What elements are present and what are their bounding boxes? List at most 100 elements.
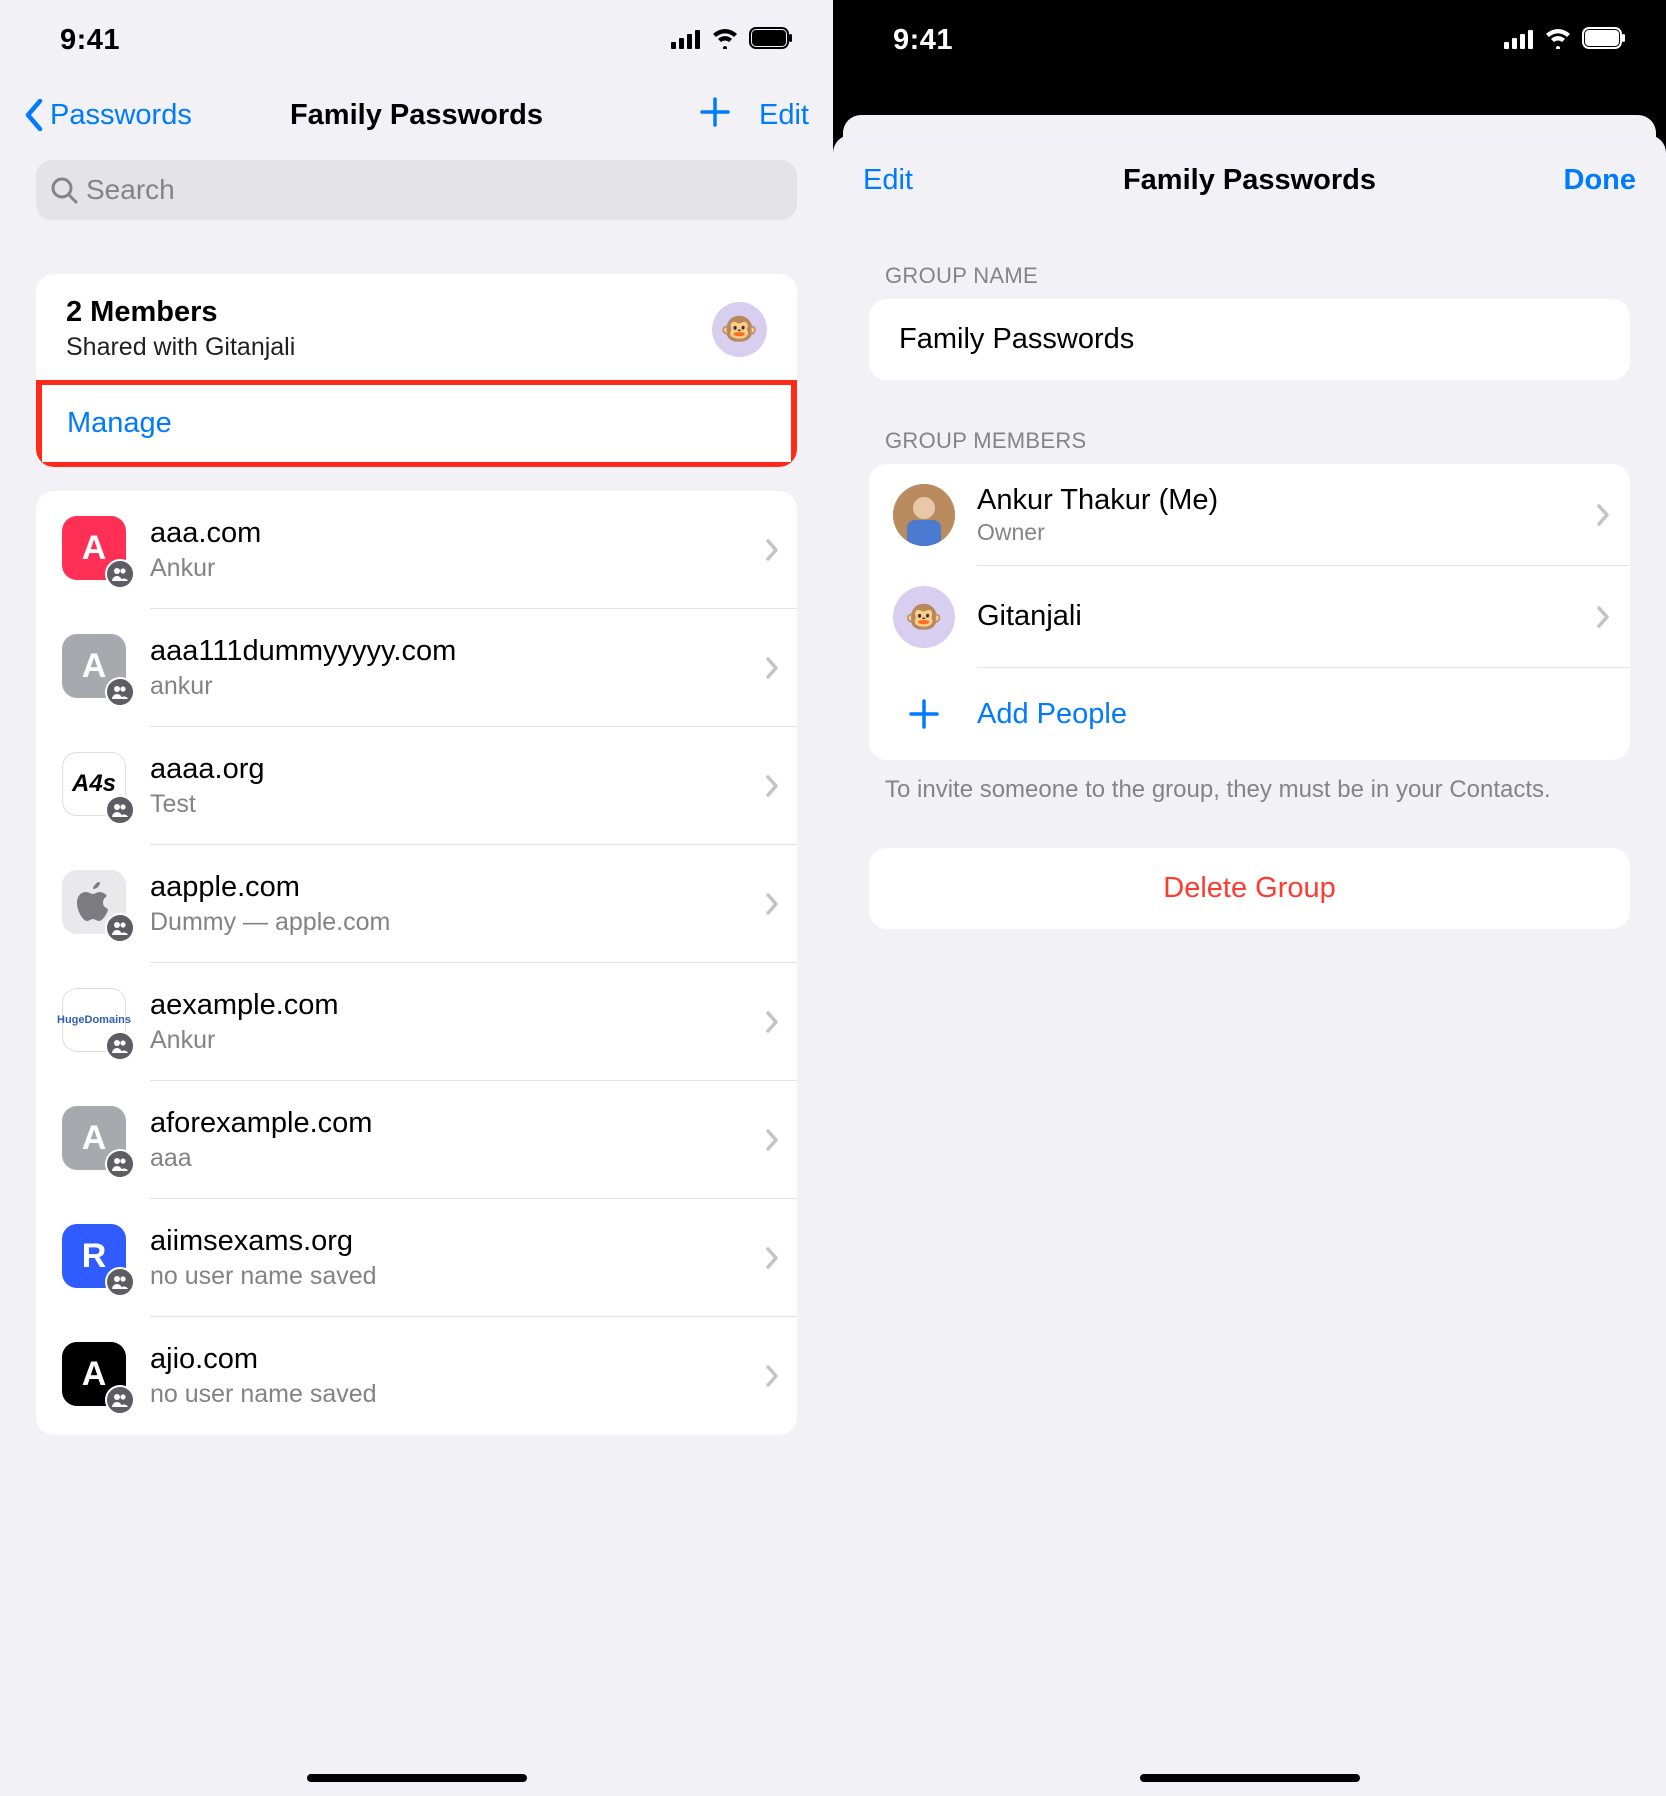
chevron-right-icon bbox=[1596, 605, 1610, 629]
search-placeholder: Search bbox=[86, 174, 175, 206]
battery-icon bbox=[749, 24, 793, 56]
wifi-icon bbox=[1544, 24, 1572, 56]
delete-group-button[interactable]: Delete Group bbox=[869, 848, 1630, 929]
site-icon: A bbox=[62, 634, 130, 702]
group-name-card: Family Passwords bbox=[869, 299, 1630, 380]
back-button[interactable]: Passwords bbox=[24, 99, 192, 132]
site-name: aaa111dummyyyyy.com bbox=[150, 635, 765, 668]
section-label-group-name: GROUP NAME bbox=[833, 215, 1666, 299]
password-row[interactable]: R aiimsexams.org no user name saved bbox=[36, 1199, 797, 1317]
add-button[interactable] bbox=[699, 95, 731, 135]
site-icon: R bbox=[62, 1224, 130, 1292]
manage-highlight: Manage bbox=[36, 380, 797, 467]
invite-footer-note: To invite someone to the group, they mus… bbox=[833, 760, 1666, 806]
site-icon: A4s bbox=[62, 752, 130, 820]
search-icon bbox=[50, 176, 78, 204]
status-bar: 9:41 bbox=[0, 0, 833, 80]
chevron-left-icon bbox=[24, 99, 44, 131]
password-row[interactable]: HugeDomains aexample.com Ankur bbox=[36, 963, 797, 1081]
password-row[interactable]: A aaa111dummyyyyy.com ankur bbox=[36, 609, 797, 727]
shared-badge-icon bbox=[105, 559, 135, 589]
sheet-nav: Edit Family Passwords Done bbox=[833, 145, 1666, 215]
member-row[interactable]: Ankur Thakur (Me) Owner bbox=[869, 464, 1630, 566]
status-time: 9:41 bbox=[60, 24, 120, 57]
members-count: 2 Members bbox=[66, 296, 712, 329]
shared-badge-icon bbox=[105, 795, 135, 825]
chevron-right-icon bbox=[1596, 503, 1610, 527]
add-people-label: Add People bbox=[977, 668, 1630, 760]
site-icon: A bbox=[62, 1106, 130, 1174]
cellular-icon bbox=[1504, 24, 1534, 56]
member-avatar-icon: 🐵 bbox=[893, 586, 955, 648]
site-username: aaa bbox=[150, 1144, 765, 1173]
chevron-right-icon bbox=[765, 1364, 779, 1388]
password-row[interactable]: aapple.com Dummy — apple.com bbox=[36, 845, 797, 963]
manage-sheet: Edit Family Passwords Done GROUP NAME Fa… bbox=[833, 135, 1666, 1796]
site-username: Test bbox=[150, 790, 765, 819]
site-name: aaa.com bbox=[150, 517, 765, 550]
member-row[interactable]: 🐵 Gitanjali bbox=[869, 566, 1630, 668]
member-name: Ankur Thakur (Me) bbox=[977, 484, 1596, 517]
shared-badge-icon bbox=[105, 1385, 135, 1415]
chevron-right-icon bbox=[765, 1246, 779, 1270]
sheet-done-button[interactable]: Done bbox=[1564, 164, 1637, 197]
site-username: Dummy — apple.com bbox=[150, 908, 765, 937]
shared-badge-icon bbox=[105, 1149, 135, 1179]
nav-bar: Passwords Family Passwords Edit bbox=[0, 80, 833, 150]
edit-button[interactable]: Edit bbox=[759, 99, 809, 132]
group-name-field[interactable]: Family Passwords bbox=[869, 299, 1630, 380]
battery-icon bbox=[1582, 24, 1626, 56]
site-name: aexample.com bbox=[150, 989, 765, 1022]
search-wrap: Search bbox=[0, 150, 833, 234]
section-label-group-members: GROUP MEMBERS bbox=[833, 380, 1666, 464]
group-members-card: Ankur Thakur (Me) Owner 🐵 Gitanjali Add … bbox=[869, 464, 1630, 760]
site-name: aiimsexams.org bbox=[150, 1225, 765, 1258]
member-role: Owner bbox=[977, 519, 1596, 546]
site-username: no user name saved bbox=[150, 1262, 765, 1291]
site-username: Ankur bbox=[150, 554, 765, 583]
add-people-button[interactable]: Add People bbox=[869, 668, 1630, 760]
plus-icon bbox=[893, 697, 955, 731]
status-bar: 9:41 bbox=[833, 0, 1666, 80]
chevron-right-icon bbox=[765, 774, 779, 798]
chevron-right-icon bbox=[765, 1010, 779, 1034]
sheet-edit-button[interactable]: Edit bbox=[863, 164, 913, 197]
member-avatar-icon bbox=[893, 484, 955, 546]
home-indicator[interactable] bbox=[1140, 1774, 1360, 1782]
site-icon bbox=[62, 870, 130, 938]
member-name: Gitanjali bbox=[977, 600, 1596, 633]
site-name: aaaa.org bbox=[150, 753, 765, 786]
shared-badge-icon bbox=[105, 913, 135, 943]
site-name: ajio.com bbox=[150, 1343, 765, 1376]
cellular-icon bbox=[671, 24, 701, 56]
site-username: Ankur bbox=[150, 1026, 765, 1055]
status-time: 9:41 bbox=[893, 24, 953, 57]
password-row[interactable]: A4s aaaa.org Test bbox=[36, 727, 797, 845]
members-header[interactable]: 2 Members Shared with Gitanjali 🐵 bbox=[36, 274, 797, 370]
wifi-icon bbox=[711, 24, 739, 56]
password-row[interactable]: A aaa.com Ankur bbox=[36, 491, 797, 609]
password-row[interactable]: A aforexample.com aaa bbox=[36, 1081, 797, 1199]
site-icon: A bbox=[62, 516, 130, 584]
password-row[interactable]: A ajio.com no user name saved bbox=[36, 1317, 797, 1435]
search-input[interactable]: Search bbox=[36, 160, 797, 220]
site-icon: HugeDomains bbox=[62, 988, 130, 1056]
site-username: no user name saved bbox=[150, 1380, 765, 1409]
chevron-right-icon bbox=[765, 892, 779, 916]
site-name: aapple.com bbox=[150, 871, 765, 904]
chevron-right-icon bbox=[765, 656, 779, 680]
sheet-title: Family Passwords bbox=[833, 164, 1666, 197]
manage-button[interactable]: Manage bbox=[42, 385, 791, 462]
shared-badge-icon bbox=[105, 1267, 135, 1297]
chevron-right-icon bbox=[765, 538, 779, 562]
home-indicator[interactable] bbox=[307, 1774, 527, 1782]
site-icon: A bbox=[62, 1342, 130, 1410]
site-name: aforexample.com bbox=[150, 1107, 765, 1140]
status-indicators bbox=[1504, 24, 1626, 56]
members-subtitle: Shared with Gitanjali bbox=[66, 333, 712, 362]
status-indicators bbox=[671, 24, 793, 56]
phone-right: 9:41 Edit Family Passwords Done GROUP NA… bbox=[833, 0, 1666, 1796]
site-username: ankur bbox=[150, 672, 765, 701]
passwords-list: A aaa.com Ankur A aaa111dummyyyyy.com an… bbox=[36, 491, 797, 1435]
members-card: 2 Members Shared with Gitanjali 🐵 Manage bbox=[36, 274, 797, 467]
